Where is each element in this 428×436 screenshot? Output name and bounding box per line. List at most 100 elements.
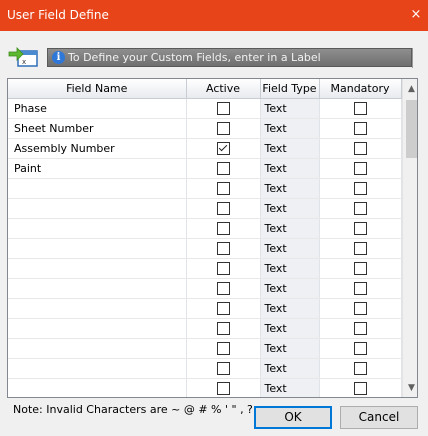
field-grid: Field Name Active Field Type Mandatory P… <box>7 78 418 398</box>
table-row[interactable]: Text <box>8 258 402 279</box>
field-type-cell: Text <box>260 158 320 179</box>
active-checkbox[interactable] <box>216 122 230 136</box>
active-checkbox[interactable] <box>216 142 230 156</box>
mandatory-checkbox[interactable] <box>353 282 367 296</box>
mandatory-checkbox[interactable] <box>353 242 367 256</box>
active-cell <box>186 218 261 239</box>
active-cell <box>186 318 261 339</box>
field-name-cell[interactable] <box>8 198 187 219</box>
close-icon[interactable]: × <box>408 7 424 23</box>
mandatory-cell <box>319 258 402 279</box>
table-row[interactable]: Paint Text <box>8 158 402 179</box>
active-cell <box>186 158 261 179</box>
field-name-cell[interactable]: Phase <box>8 98 187 119</box>
vertical-scrollbar[interactable]: ▲ ▼ <box>402 79 417 397</box>
mandatory-checkbox[interactable] <box>353 202 367 216</box>
title-bar: User Field Define × <box>0 0 428 31</box>
active-cell <box>186 198 261 219</box>
mandatory-checkbox[interactable] <box>353 302 367 316</box>
field-name-cell[interactable] <box>8 318 187 339</box>
active-checkbox[interactable] <box>216 302 230 316</box>
active-checkbox[interactable] <box>216 242 230 256</box>
table-row[interactable]: Text <box>8 218 402 239</box>
active-checkbox[interactable] <box>216 362 230 376</box>
field-name-cell[interactable]: Assembly Number <box>8 138 187 159</box>
mandatory-checkbox[interactable] <box>353 122 367 136</box>
cancel-button[interactable]: Cancel <box>340 406 418 429</box>
info-icon: i <box>52 51 65 64</box>
mandatory-checkbox[interactable] <box>353 142 367 156</box>
active-cell <box>186 278 261 299</box>
field-name-cell[interactable] <box>8 258 187 279</box>
active-cell <box>186 358 261 379</box>
table-row[interactable]: Text <box>8 278 402 299</box>
mandatory-cell <box>319 118 402 139</box>
field-name-cell[interactable] <box>8 358 187 379</box>
field-name-cell[interactable] <box>8 378 187 397</box>
mandatory-checkbox[interactable] <box>353 102 367 116</box>
active-cell <box>186 178 261 199</box>
field-name-cell[interactable] <box>8 178 187 199</box>
table-row[interactable]: Text <box>8 298 402 319</box>
table-row[interactable]: Text <box>8 318 402 339</box>
active-checkbox[interactable] <box>216 162 230 176</box>
scroll-thumb[interactable] <box>406 100 417 158</box>
mandatory-checkbox[interactable] <box>353 162 367 176</box>
field-name-cell[interactable] <box>8 298 187 319</box>
table-row[interactable]: Text <box>8 198 402 219</box>
mandatory-checkbox[interactable] <box>353 382 367 396</box>
field-type-cell: Text <box>260 138 320 159</box>
table-row[interactable]: Text <box>8 238 402 259</box>
field-type-cell: Text <box>260 258 320 279</box>
mandatory-cell <box>319 238 402 259</box>
active-checkbox[interactable] <box>216 382 230 396</box>
field-type-cell: Text <box>260 198 320 219</box>
field-name-cell[interactable]: Sheet Number <box>8 118 187 139</box>
header-field-name[interactable]: Field Name <box>8 79 187 99</box>
table-row[interactable]: Text <box>8 358 402 379</box>
window-title: User Field Define <box>7 8 109 22</box>
header-active[interactable]: Active <box>186 79 261 99</box>
table-row[interactable]: Text <box>8 378 402 397</box>
active-checkbox[interactable] <box>216 222 230 236</box>
mandatory-checkbox[interactable] <box>353 182 367 196</box>
field-type-cell: Text <box>260 238 320 259</box>
table-row[interactable]: Phase Text <box>8 98 402 119</box>
active-checkbox[interactable] <box>216 102 230 116</box>
field-type-cell: Text <box>260 338 320 359</box>
info-bar-divider <box>412 48 419 68</box>
mandatory-checkbox[interactable] <box>353 342 367 356</box>
field-type-cell: Text <box>260 318 320 339</box>
table-row[interactable]: Text <box>8 178 402 199</box>
active-checkbox[interactable] <box>216 182 230 196</box>
active-checkbox[interactable] <box>216 282 230 296</box>
mandatory-checkbox[interactable] <box>353 222 367 236</box>
active-checkbox[interactable] <box>216 322 230 336</box>
active-cell <box>186 378 261 397</box>
table-row[interactable]: Sheet Number Text <box>8 118 402 139</box>
header-field-type[interactable]: Field Type <box>260 79 320 99</box>
header-mandatory[interactable]: Mandatory <box>319 79 402 99</box>
mandatory-cell <box>319 98 402 119</box>
field-name-cell[interactable] <box>8 218 187 239</box>
active-checkbox[interactable] <box>216 262 230 276</box>
active-cell <box>186 338 261 359</box>
field-name-cell[interactable] <box>8 238 187 259</box>
field-type-cell: Text <box>260 358 320 379</box>
ok-button[interactable]: OK <box>254 406 332 429</box>
mandatory-cell <box>319 138 402 159</box>
field-name-cell[interactable] <box>8 278 187 299</box>
mandatory-checkbox[interactable] <box>353 322 367 336</box>
mandatory-cell <box>319 358 402 379</box>
active-checkbox[interactable] <box>216 202 230 216</box>
mandatory-checkbox[interactable] <box>353 362 367 376</box>
scroll-down-icon[interactable]: ▼ <box>403 380 417 397</box>
field-type-cell: Text <box>260 278 320 299</box>
mandatory-checkbox[interactable] <box>353 262 367 276</box>
active-checkbox[interactable] <box>216 342 230 356</box>
table-row[interactable]: Text <box>8 338 402 359</box>
table-row[interactable]: Assembly Number Text <box>8 138 402 159</box>
scroll-up-icon[interactable]: ▲ <box>403 81 417 98</box>
field-name-cell[interactable] <box>8 338 187 359</box>
field-name-cell[interactable]: Paint <box>8 158 187 179</box>
